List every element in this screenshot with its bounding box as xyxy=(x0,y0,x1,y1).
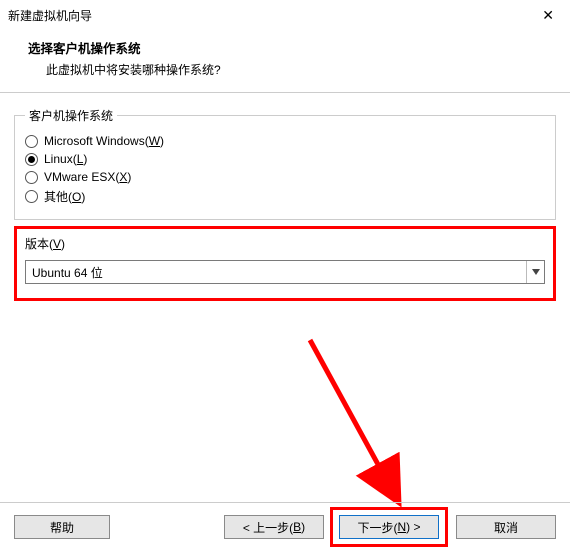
radio-label: Linux(L) xyxy=(44,152,87,166)
next-button[interactable]: 下一步(N) > xyxy=(339,515,439,539)
guest-os-group: 客户机操作系统 Microsoft Windows(W) Linux(L) VM… xyxy=(14,107,556,220)
cancel-button[interactable]: 取消 xyxy=(456,515,556,539)
radio-label: Microsoft Windows(W) xyxy=(44,134,164,148)
next-highlight-box: 下一步(N) > xyxy=(330,507,448,547)
radio-icon xyxy=(25,153,38,166)
radio-windows[interactable]: Microsoft Windows(W) xyxy=(25,134,545,148)
page-subtitle: 此虚拟机中将安装哪种操作系统? xyxy=(28,61,554,78)
annotation-arrow xyxy=(300,330,420,510)
title-bar: 新建虚拟机向导 ✕ xyxy=(0,0,570,30)
back-button[interactable]: < 上一步(B) xyxy=(224,515,324,539)
radio-icon xyxy=(25,135,38,148)
version-select[interactable]: Ubuntu 64 位 xyxy=(25,260,545,284)
version-label: 版本(V) xyxy=(25,235,545,252)
guest-os-legend: 客户机操作系统 xyxy=(25,107,117,124)
wizard-header: 选择客户机操作系统 此虚拟机中将安装哪种操作系统? xyxy=(0,30,570,93)
page-title: 选择客户机操作系统 xyxy=(28,38,554,57)
window-title: 新建虚拟机向导 xyxy=(8,7,92,24)
chevron-down-icon xyxy=(526,261,544,283)
help-button[interactable]: 帮助 xyxy=(14,515,110,539)
close-icon[interactable]: ✕ xyxy=(534,3,562,28)
version-highlight-box: 版本(V) Ubuntu 64 位 xyxy=(14,226,556,301)
version-select-value: Ubuntu 64 位 xyxy=(26,264,526,281)
radio-icon xyxy=(25,171,38,184)
wizard-footer: 帮助 < 上一步(B) 下一步(N) > 取消 xyxy=(0,503,570,551)
radio-vmware-esx[interactable]: VMware ESX(X) xyxy=(25,170,545,184)
wizard-body: 客户机操作系统 Microsoft Windows(W) Linux(L) VM… xyxy=(0,93,570,301)
radio-label: 其他(O) xyxy=(44,188,85,205)
radio-icon xyxy=(25,190,38,203)
radio-label: VMware ESX(X) xyxy=(44,170,131,184)
radio-other[interactable]: 其他(O) xyxy=(25,188,545,205)
radio-linux[interactable]: Linux(L) xyxy=(25,152,545,166)
